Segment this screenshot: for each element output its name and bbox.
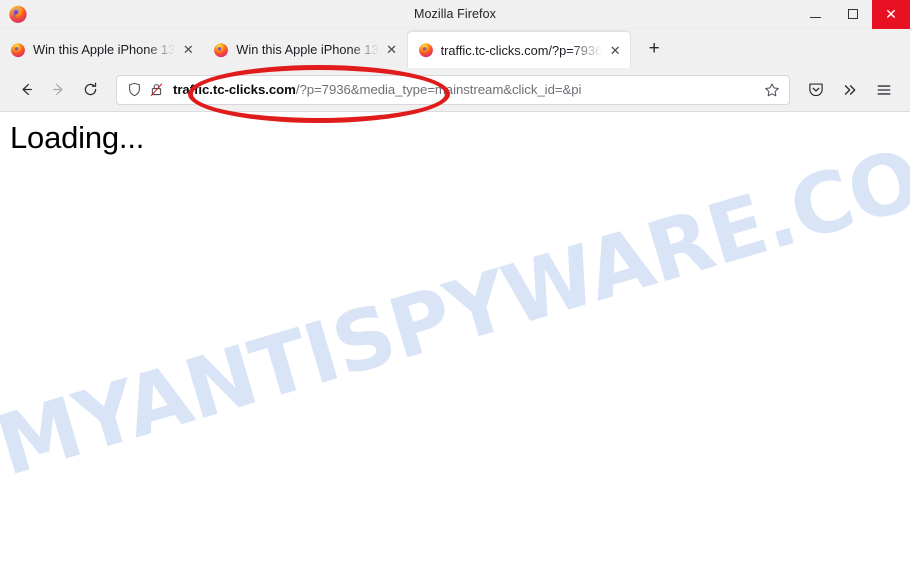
title-bar: Mozilla Firefox ✕ <box>0 0 910 29</box>
app-menu-hamburger-icon[interactable] <box>868 74 900 106</box>
watermark-text: MYANTISPYWARE.COM <box>0 112 910 495</box>
window-title: Mozilla Firefox <box>413 7 497 21</box>
reload-icon <box>84 82 96 96</box>
tab-item[interactable]: Win this Apple iPhone 13 ✕ <box>203 31 406 68</box>
bookmark-star-icon[interactable] <box>759 77 785 103</box>
firefox-icon <box>418 42 434 58</box>
tab-strip: Win this Apple iPhone 13 ✕ Win this Appl… <box>0 29 910 68</box>
toolbar-actions <box>800 74 900 106</box>
firefox-logo-icon <box>4 0 32 28</box>
tab-close-icon[interactable]: ✕ <box>383 41 401 59</box>
close-icon: ✕ <box>885 6 897 22</box>
back-button[interactable] <box>10 74 42 106</box>
firefox-icon <box>213 42 229 58</box>
forward-arrow-icon <box>52 83 63 96</box>
reload-button[interactable] <box>74 74 106 106</box>
close-window-button[interactable]: ✕ <box>872 0 910 29</box>
firefox-icon <box>10 42 26 58</box>
minimize-icon <box>809 16 821 18</box>
tab-item[interactable]: Win this Apple iPhone 13 ✕ <box>0 31 203 68</box>
loading-text: Loading... <box>10 120 145 155</box>
overflow-chevrons-icon[interactable] <box>834 74 866 106</box>
lock-crossed-icon[interactable] <box>145 79 167 101</box>
url-text[interactable]: traffic.tc-clicks.com/?p=7936&media_type… <box>173 82 759 97</box>
page-content: Loading... MYANTISPYWARE.COM <box>0 112 910 576</box>
shield-icon[interactable] <box>123 79 145 101</box>
url-host: traffic.tc-clicks.com <box>173 82 296 97</box>
navigation-toolbar: traffic.tc-clicks.com/?p=7936&media_type… <box>0 68 910 112</box>
tab-close-icon[interactable]: ✕ <box>606 41 624 59</box>
forward-button[interactable] <box>42 74 74 106</box>
tab-close-icon[interactable]: ✕ <box>179 41 197 59</box>
tab-item-active[interactable]: traffic.tc-clicks.com/?p=7936 ✕ <box>406 31 632 68</box>
tab-title: traffic.tc-clicks.com/?p=7936 <box>440 42 603 58</box>
firefox-window: Mozilla Firefox ✕ Win this Apple iPhone … <box>0 0 910 576</box>
maximize-icon <box>848 9 858 19</box>
maximize-button[interactable] <box>834 0 872 29</box>
window-controls: ✕ <box>796 0 910 29</box>
back-arrow-icon <box>21 83 32 96</box>
minimize-button[interactable] <box>796 0 834 29</box>
new-tab-button[interactable]: + <box>639 34 669 64</box>
address-bar[interactable]: traffic.tc-clicks.com/?p=7936&media_type… <box>116 74 790 105</box>
url-path: /?p=7936&media_type=mainstream&click_id=… <box>295 82 582 97</box>
pocket-save-icon[interactable] <box>800 74 832 106</box>
tab-title: Win this Apple iPhone 13 <box>236 42 379 57</box>
tab-title: Win this Apple iPhone 13 <box>33 42 176 57</box>
